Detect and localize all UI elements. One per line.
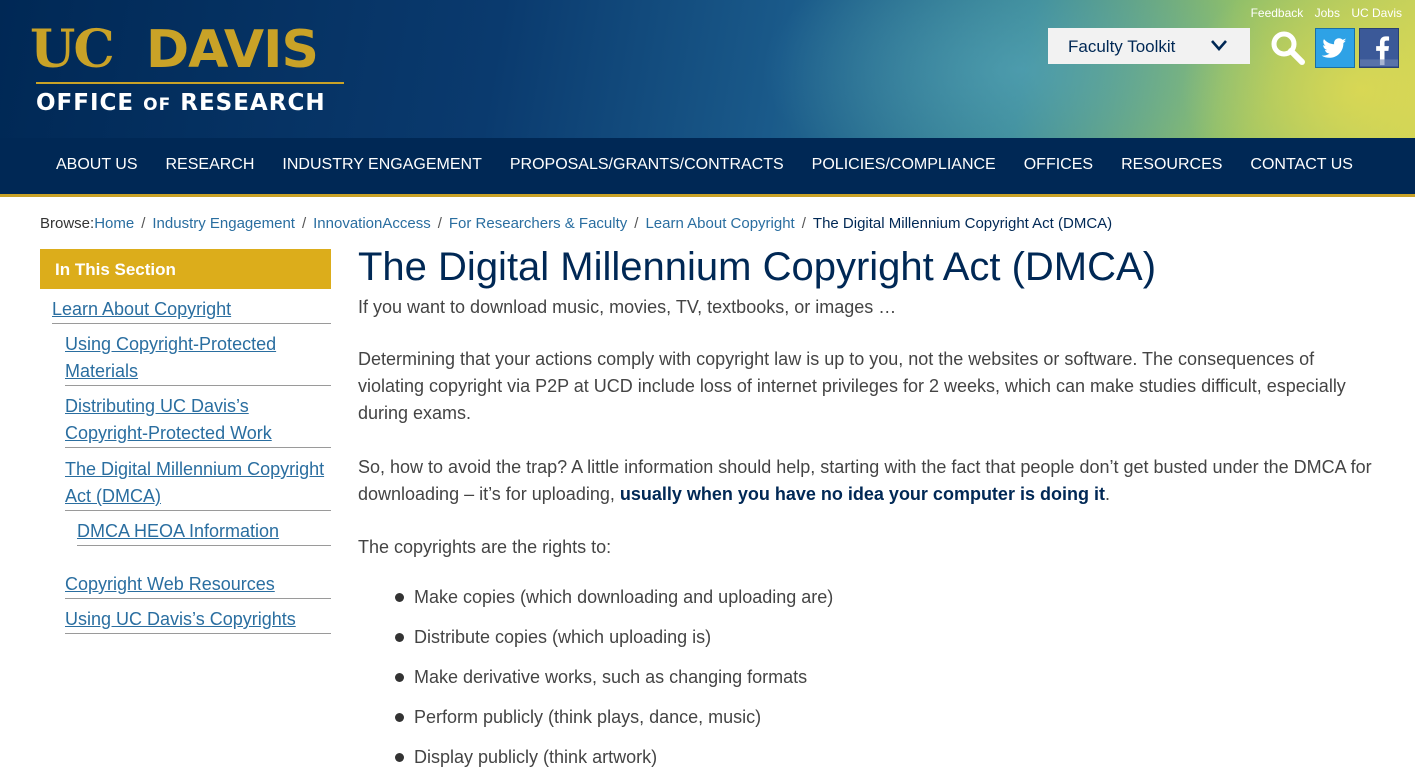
breadcrumb-current: The Digital Millennium Copyright Act (DM… bbox=[812, 215, 1113, 232]
logo-research-word: RESEARCH bbox=[180, 90, 326, 116]
logo-divider bbox=[36, 82, 344, 84]
main-content: The Digital Millennium Copyright Act (DM… bbox=[358, 244, 1378, 767]
bullet-icon bbox=[395, 633, 404, 642]
breadcrumb-separator: / bbox=[301, 215, 307, 232]
consequences-paragraph: Determining that your actions comply wit… bbox=[358, 349, 1346, 423]
nav-item-about-us[interactable]: ABOUT US bbox=[56, 156, 138, 174]
main-navigation: ABOUT US RESEARCH INDUSTRY ENGAGEMENT PR… bbox=[0, 138, 1415, 197]
avoid-trap-end: . bbox=[1104, 484, 1110, 504]
rights-list: Make copies (which downloading and uploa… bbox=[358, 584, 833, 784]
list-item-text: Make copies (which downloading and uploa… bbox=[414, 587, 834, 607]
feedback-link[interactable]: Feedback bbox=[1251, 6, 1304, 20]
list-item: Make derivative works, such as changing … bbox=[358, 664, 833, 704]
list-item: Make copies (which downloading and uploa… bbox=[358, 584, 833, 624]
nav-item-industry-engagement[interactable]: INDUSTRY ENGAGEMENT bbox=[282, 156, 481, 174]
breadcrumb-lead: Browse: bbox=[40, 215, 95, 232]
utility-links: Feedback Jobs UC Davis bbox=[1243, 6, 1402, 20]
list-item-text: Distribute copies (which uploading is) bbox=[414, 627, 712, 647]
avoid-trap-emphasis: usually when you have no idea your compu… bbox=[619, 484, 1105, 504]
logo-subtitle: OFFICE OF RESEARCH bbox=[36, 90, 326, 118]
jobs-link[interactable]: Jobs bbox=[1315, 6, 1340, 20]
search-icon[interactable] bbox=[1269, 29, 1307, 67]
breadcrumb-separator: / bbox=[801, 215, 806, 232]
breadcrumb-separator: / bbox=[437, 215, 442, 232]
list-item-text: Perform publicly (think plays, dance, mu… bbox=[414, 707, 762, 727]
breadcrumb-home[interactable]: Home bbox=[94, 215, 134, 232]
sidebar-item-dmca[interactable]: The Digital Millennium Copyright Act (DM… bbox=[65, 456, 331, 511]
page-title: The Digital Millennium Copyright Act (DM… bbox=[358, 245, 1157, 289]
sidebar-heading: In This Section bbox=[40, 249, 331, 289]
breadcrumb-separator: / bbox=[141, 215, 146, 232]
sidebar-item-copyright-web-resources[interactable]: Copyright Web Resources bbox=[65, 571, 331, 599]
site-logo[interactable]: UC DAVIS OFFICE OF RESEARCH bbox=[30, 22, 350, 118]
bullet-icon bbox=[395, 753, 404, 762]
chevron-down-icon bbox=[1211, 40, 1227, 51]
sidebar-item-using-protected-materials[interactable]: Using Copyright-Protected Materials bbox=[65, 331, 331, 386]
intro-paragraph: If you want to download music, movies, T… bbox=[358, 297, 897, 317]
nav-item-research[interactable]: RESEARCH bbox=[166, 156, 255, 174]
nav-item-resources[interactable]: RESOURCES bbox=[1121, 156, 1222, 174]
bullet-icon bbox=[395, 713, 404, 722]
sidebar-heading-text: In This Section bbox=[55, 260, 176, 279]
nav-item-offices[interactable]: OFFICES bbox=[1024, 156, 1093, 174]
list-item-text: Make derivative works, such as changing … bbox=[414, 667, 808, 687]
nav-item-contact-us[interactable]: CONTACT US bbox=[1250, 156, 1353, 174]
twitter-icon[interactable] bbox=[1315, 28, 1355, 68]
logo-davis: DAVIS bbox=[146, 20, 319, 80]
breadcrumb-innovation-access[interactable]: InnovationAccess bbox=[313, 215, 431, 232]
list-item: Display publicly (think artwork) bbox=[358, 744, 833, 784]
avoid-trap-paragraph: So, how to avoid the trap? A little info… bbox=[358, 454, 1378, 508]
toolkit-label: Faculty Toolkit bbox=[1068, 37, 1176, 56]
list-item: Distribute copies (which uploading is) bbox=[358, 624, 833, 664]
breadcrumb: Browse:Home / Industry Engagement / Innovati… bbox=[40, 215, 1112, 232]
sidebar-item-dmca-heoa[interactable]: DMCA HEOA Information bbox=[77, 518, 331, 546]
logo-uc: UC bbox=[30, 19, 115, 80]
nav-item-proposals[interactable]: PROPOSALS/GRANTS/CONTRACTS bbox=[510, 156, 784, 174]
faculty-toolkit-dropdown[interactable]: Faculty Toolkit bbox=[1048, 28, 1250, 64]
sidebar-item-learn-about-copyright[interactable]: Learn About Copyright bbox=[52, 296, 331, 324]
rights-intro-paragraph: The copyrights are the rights to: bbox=[358, 537, 612, 557]
breadcrumb-learn-copyright[interactable]: Learn About Copyright bbox=[645, 215, 794, 232]
uc-davis-link[interactable]: UC Davis bbox=[1351, 6, 1402, 20]
breadcrumb-researchers-faculty[interactable]: For Researchers & Faculty bbox=[449, 215, 627, 232]
sidebar-item-using-uc-davis-copyrights[interactable]: Using UC Davis’s Copyrights bbox=[65, 606, 331, 634]
logo-of-word: OF bbox=[143, 95, 172, 115]
bullet-icon bbox=[395, 673, 404, 682]
site-header: UC DAVIS OFFICE OF RESEARCH Feedback Job… bbox=[0, 0, 1415, 138]
breadcrumb-industry-engagement[interactable]: Industry Engagement bbox=[152, 215, 295, 232]
bullet-icon bbox=[395, 593, 404, 602]
facebook-icon[interactable] bbox=[1359, 28, 1399, 68]
sidebar-item-distributing-work[interactable]: Distributing UC Davis’s Copyright-Protec… bbox=[65, 393, 331, 448]
list-item-text: Display publicly (think artwork) bbox=[414, 747, 658, 767]
list-item: Perform publicly (think plays, dance, mu… bbox=[358, 704, 833, 744]
nav-item-policies[interactable]: POLICIES/COMPLIANCE bbox=[812, 156, 996, 174]
logo-office-word: OFFICE bbox=[36, 90, 135, 116]
breadcrumb-separator: / bbox=[634, 215, 639, 232]
